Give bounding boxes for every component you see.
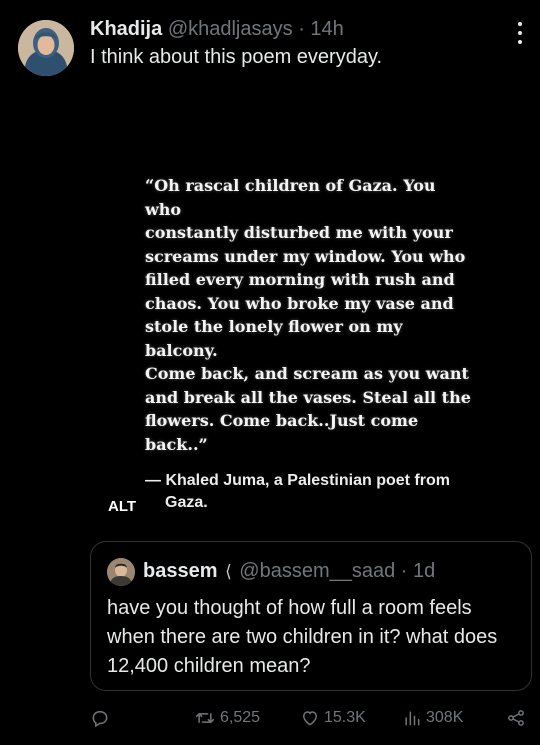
author-name[interactable]: Khadija — [90, 18, 162, 40]
separator-dot: · — [400, 560, 408, 582]
share-icon — [506, 708, 526, 728]
attribution-line: Gaza. — [165, 494, 208, 511]
poem-quote-image: “Oh rascal children of Gaza. You who con… — [145, 174, 475, 514]
post-timestamp[interactable]: 14h — [310, 18, 343, 40]
alt-text-button[interactable]: ALT — [104, 496, 141, 517]
reply-icon — [90, 708, 110, 728]
poem-line: chaos. You who broke my vase and — [145, 293, 454, 313]
quoted-post[interactable]: bassem ⟨ @bassem__saad · 1d have you tho… — [90, 541, 532, 691]
like-button[interactable]: 15.3K — [300, 704, 366, 732]
views-count: 308K — [426, 709, 464, 726]
post-image[interactable]: “Oh rascal children of Gaza. You who con… — [90, 100, 530, 530]
poem-attribution: — Khaled Juma, a Palestinian poet from G… — [145, 470, 475, 514]
poem-text: “Oh rascal children of Gaza. You who con… — [145, 174, 475, 456]
quoted-post-timestamp[interactable]: 1d — [413, 560, 435, 582]
poem-line: stole the lonely flower on my balcony. — [145, 317, 403, 360]
heart-icon — [300, 708, 320, 728]
repost-count: 6,525 — [220, 709, 261, 726]
quoted-author-avatar[interactable] — [107, 558, 135, 586]
attribution-line: — Khaled Juma, a Palestinian poet from — [145, 472, 450, 489]
post[interactable]: Khadija @khadljasays · 14h I think about… — [0, 0, 540, 745]
poem-line: “Oh rascal children of Gaza. You who — [145, 176, 436, 219]
like-count: 15.3K — [324, 709, 366, 726]
quoted-author-name[interactable]: bassem — [143, 560, 218, 582]
quoted-post-header: bassem ⟨ @bassem__saad · 1d — [143, 560, 435, 583]
flag-icon: ⟨ — [225, 562, 232, 581]
quoted-post-text: have you thought of how full a room feel… — [107, 597, 498, 677]
repost-button[interactable]: 6,525 — [194, 704, 260, 732]
author-avatar[interactable] — [18, 20, 74, 76]
repost-icon — [194, 708, 216, 728]
separator-dot: · — [298, 18, 305, 40]
share-button[interactable] — [506, 704, 526, 732]
views-button[interactable]: 308K — [402, 704, 463, 732]
poem-line: Come back, and scream as you want — [145, 364, 469, 383]
action-bar: 6,525 15.3K 308K — [90, 704, 532, 732]
reply-button[interactable] — [90, 704, 114, 732]
poem-line: filled every morning with rush and — [145, 270, 455, 289]
author-handle[interactable]: @khadljasays — [168, 18, 293, 40]
post-text: I think about this poem everyday. — [90, 46, 383, 68]
poem-line: screams under my window. You who — [145, 246, 466, 266]
poem-line: flowers. Come back..Just come back..” — [145, 411, 419, 454]
post-header: Khadija @khadljasays · 14h — [90, 18, 500, 41]
poem-line: constantly disturbed me with your — [145, 223, 453, 242]
more-vertical-icon[interactable] — [510, 20, 530, 46]
poem-line: and break all the vases. Steal all the — [145, 387, 471, 407]
quoted-author-handle[interactable]: @bassem__saad — [239, 560, 395, 582]
views-icon — [402, 708, 422, 728]
